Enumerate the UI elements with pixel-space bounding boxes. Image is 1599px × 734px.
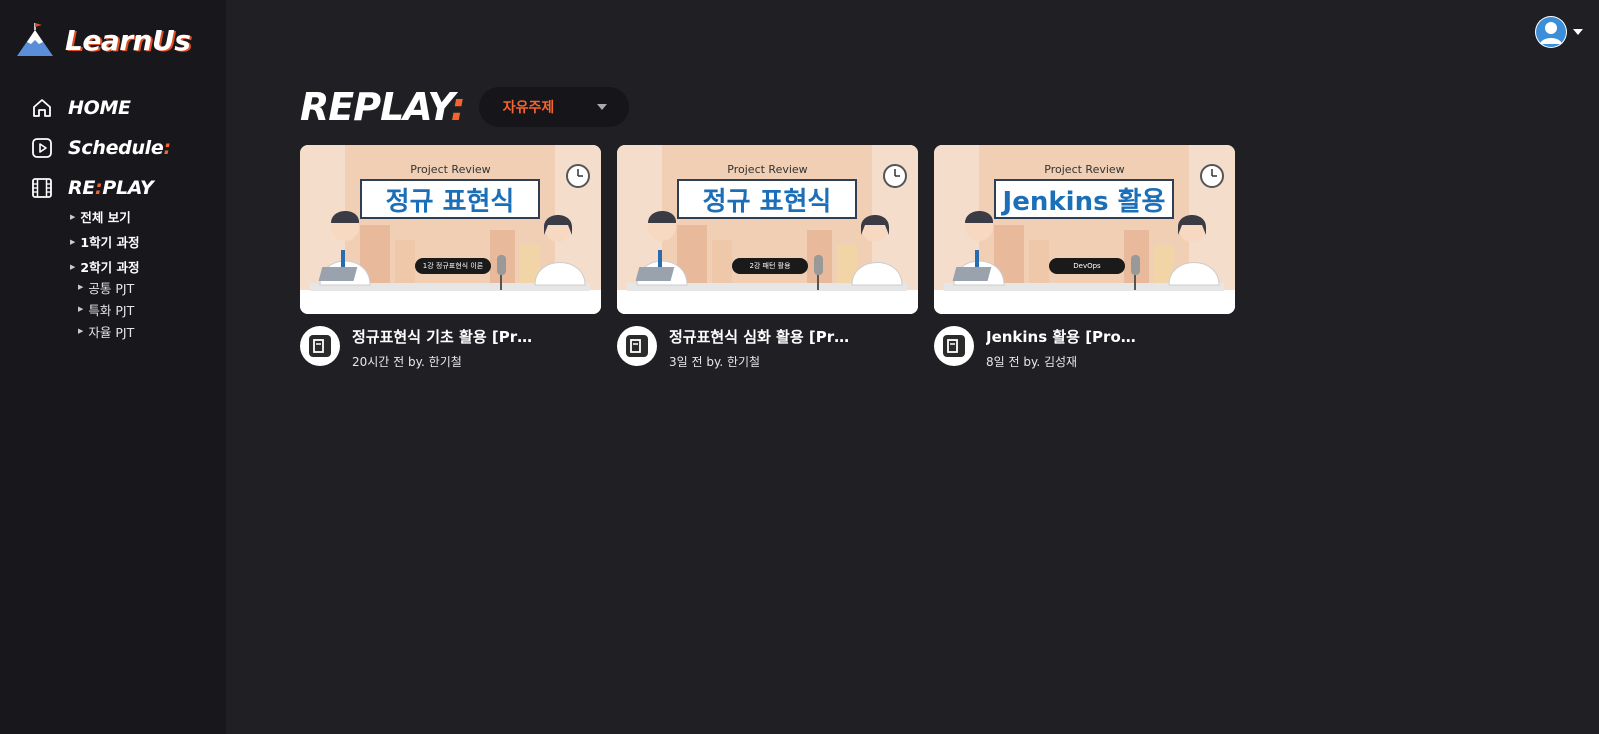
video-subtitle: 20시간 전 by. 한기철 <box>352 355 462 369</box>
thumbnail-tag: 1강 정규표현식 이론 <box>415 258 491 274</box>
page-title: REPLAY <box>300 85 452 129</box>
nav-replay[interactable]: RE:PLAY <box>30 168 171 208</box>
thumbnail-tag: 2강 패턴 활용 <box>732 258 808 274</box>
nav-home-label: HOME <box>68 97 131 119</box>
channel-avatar[interactable] <box>934 326 974 366</box>
channel-logo-icon <box>626 335 648 357</box>
submenu-semester-1[interactable]: ▶ 1학기 과정 <box>70 229 171 254</box>
video-card[interactable]: Project Review 정규 표현식 2강 패턴 활용 정규표현식 심화 … <box>617 145 918 370</box>
video-subtitle: 3일 전 by. 한기철 <box>669 355 761 369</box>
film-icon <box>30 176 54 200</box>
submenu-all[interactable]: ▶ 전체 보기 <box>70 204 171 229</box>
nav-schedule-label: Schedule <box>68 137 164 159</box>
nav-replay-label-b: PLAY <box>102 177 154 199</box>
chevron-down-icon <box>1573 29 1583 35</box>
semester-2-submenu: ▶ 공통 PJT ▶ 특화 PJT ▶ 자율 PJT <box>78 276 171 342</box>
nav-home[interactable]: HOME <box>30 88 171 128</box>
mountain-logo-icon <box>17 23 53 56</box>
channel-avatar[interactable] <box>300 326 340 366</box>
thumbnail-caption: Project Review <box>410 163 491 176</box>
user-menu[interactable] <box>1535 16 1583 48</box>
video-thumbnail[interactable]: Project Review 정규 표현식 2강 패턴 활용 <box>617 145 918 314</box>
brand-name: LearnUs <box>65 23 191 57</box>
caret-right-icon: ▶ <box>70 237 76 246</box>
video-title[interactable]: Jenkins 활용 [Pro… <box>986 326 1226 347</box>
nav-schedule-accent: : <box>163 137 172 159</box>
topic-filter-value: 자유주제 <box>502 100 555 116</box>
nav-schedule[interactable]: Schedule: <box>30 128 171 168</box>
home-icon <box>30 96 54 120</box>
video-meta: 정규표현식 심화 활용 [Pr… 3일 전 by. 한기철 <box>617 326 918 370</box>
video-meta: 정규표현식 기초 활용 [Pr… 20시간 전 by. 한기철 <box>300 326 601 370</box>
caret-right-icon: ▶ <box>78 283 84 291</box>
avatar <box>1535 16 1567 48</box>
submenu-common-pjt[interactable]: ▶ 공통 PJT <box>78 276 171 298</box>
user-icon <box>1536 17 1566 47</box>
video-grid: Project Review 정규 표현식 1강 정규표현식 이론 정규표현식 … <box>300 145 1235 370</box>
chevron-down-icon <box>596 104 607 110</box>
logo[interactable]: LearnUs <box>15 22 191 58</box>
video-meta: Jenkins 활용 [Pro… 8일 전 by. 김성재 <box>934 326 1235 370</box>
video-title[interactable]: 정규표현식 심화 활용 [Pr… <box>669 326 909 347</box>
play-icon <box>30 136 54 160</box>
thumbnail-banner: 정규 표현식 <box>677 179 857 219</box>
caret-right-icon: ▶ <box>70 212 76 221</box>
topic-filter-select[interactable]: 자유주제 <box>478 87 629 127</box>
video-thumbnail[interactable]: Project Review 정규 표현식 1강 정규표현식 이론 <box>300 145 601 314</box>
nav-replay-label-a: RE <box>68 177 96 199</box>
submenu-autonomous-pjt[interactable]: ▶ 자율 PJT <box>78 320 171 342</box>
caret-right-icon: ▶ <box>78 327 84 335</box>
video-info: 정규표현식 심화 활용 [Pr… 3일 전 by. 한기철 <box>669 326 909 370</box>
channel-logo-icon <box>943 335 965 357</box>
caret-right-icon: ▶ <box>70 262 76 271</box>
replay-submenu: ▶ 전체 보기 ▶ 1학기 과정 ▶ 2학기 과정 ▶ 공통 PJT ▶ 특화 PJT ▶… <box>70 204 171 342</box>
caret-right-icon: ▶ <box>78 305 84 313</box>
page-title-accent: : <box>450 85 466 129</box>
video-subtitle: 8일 전 by. 김성재 <box>986 355 1078 369</box>
submenu-special-pjt[interactable]: ▶ 특화 PJT <box>78 298 171 320</box>
thumbnail-banner: 정규 표현식 <box>360 179 540 219</box>
main-nav: HOME Schedule: RE:PLAY ▶ 전체 보기 ▶ 1학기 과정 ▶ 2… <box>30 88 171 342</box>
channel-avatar[interactable] <box>617 326 657 366</box>
thumbnail-tag: DevOps <box>1049 258 1125 274</box>
page-header: REPLAY: 자유주제 <box>300 85 629 129</box>
video-title[interactable]: 정규표현식 기초 활용 [Pr… <box>352 326 592 347</box>
thumbnail-banner: Jenkins 활용 <box>994 179 1174 219</box>
video-info: Jenkins 활용 [Pro… 8일 전 by. 김성재 <box>986 326 1226 370</box>
channel-logo-icon <box>309 335 331 357</box>
video-info: 정규표현식 기초 활용 [Pr… 20시간 전 by. 한기철 <box>352 326 592 370</box>
thumbnail-caption: Project Review <box>727 163 808 176</box>
thumbnail-caption: Project Review <box>1044 163 1125 176</box>
video-card[interactable]: Project Review Jenkins 활용 DevOps Jenkins… <box>934 145 1235 370</box>
video-card[interactable]: Project Review 정규 표현식 1강 정규표현식 이론 정규표현식 … <box>300 145 601 370</box>
sidebar: LearnUs HOME Schedule: RE:PLAY ▶ 전체 보기 ▶ 1… <box>0 0 226 734</box>
video-thumbnail[interactable]: Project Review Jenkins 활용 DevOps <box>934 145 1235 314</box>
